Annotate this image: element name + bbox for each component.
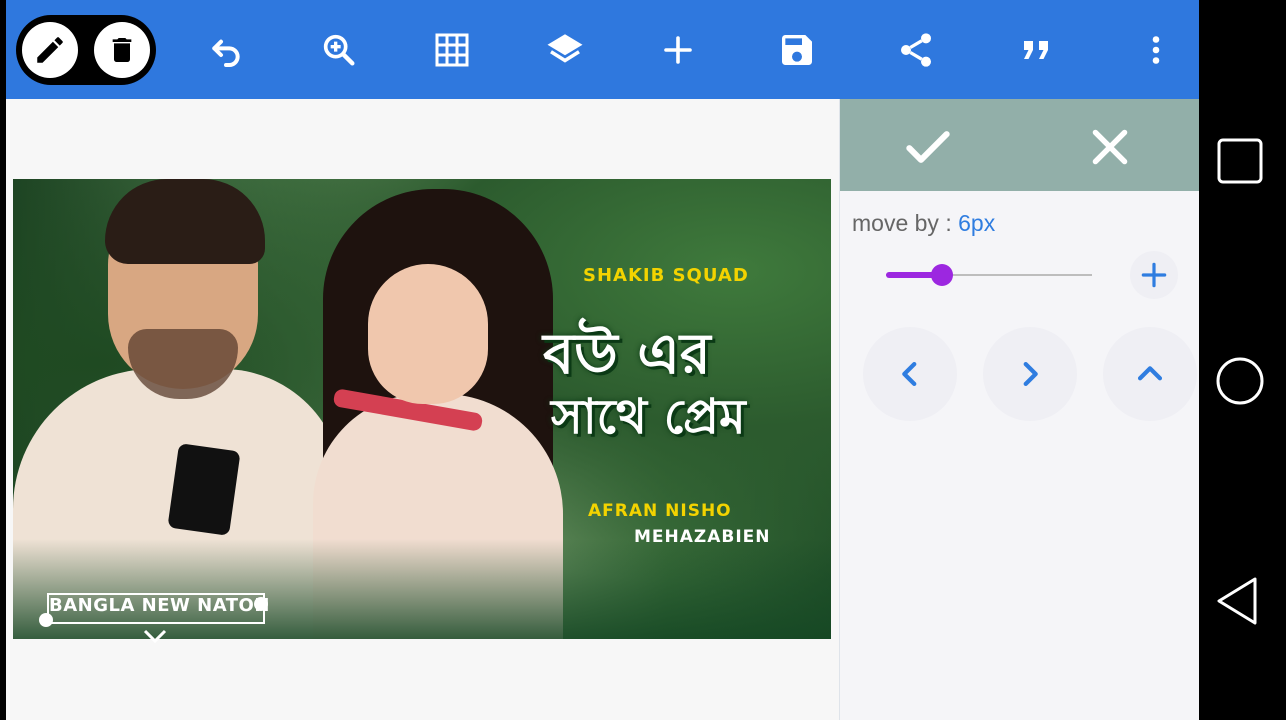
move-panel: move by : 6px (839, 99, 1199, 720)
grid-button[interactable] (428, 26, 476, 74)
editing-canvas[interactable]: SHAKIB SQUAD বউ এর সাথে প্রেম AFRAN NISH… (6, 99, 838, 720)
panel-header (840, 99, 1199, 191)
pencil-icon (37, 37, 63, 63)
move-right-button[interactable] (983, 327, 1077, 421)
zoom-in-button[interactable] (315, 26, 363, 74)
phone-graphic (167, 443, 241, 536)
confirm-button[interactable] (900, 119, 956, 175)
move-by-value: 6px (958, 210, 996, 236)
top-toolbar (6, 0, 1199, 99)
more-vert-icon (1152, 36, 1160, 64)
recents-square-icon[interactable] (1217, 138, 1263, 184)
share-icon (901, 33, 931, 67)
resize-handle-left[interactable] (39, 613, 53, 627)
poster-image[interactable]: SHAKIB SQUAD বউ এর সাথে প্রেম AFRAN NISH… (13, 179, 831, 639)
move-up-button[interactable] (1103, 327, 1197, 421)
chevron-right-icon (1023, 361, 1038, 387)
man-hair (105, 179, 265, 264)
title-line-1[interactable]: বউ এর (543, 327, 711, 383)
chevron-up-icon (1137, 366, 1163, 381)
share-button[interactable] (892, 26, 940, 74)
undo-button[interactable] (202, 26, 250, 74)
system-nav-bar (1199, 0, 1286, 720)
bottom-gradient (13, 539, 831, 639)
add-icon (664, 36, 692, 64)
more-options-button[interactable] (1132, 26, 1180, 74)
quote-icon (1024, 41, 1048, 59)
rotate-handle-icon[interactable] (142, 629, 168, 643)
editor-app: SHAKIB SQUAD বউ এর সাথে প্রেম AFRAN NISH… (6, 0, 1199, 720)
layers-icon (547, 34, 583, 63)
undo-icon (212, 39, 240, 67)
mode-toggle-pill (16, 15, 156, 85)
move-slider-thumb[interactable] (931, 264, 953, 286)
pencil-button[interactable] (22, 22, 78, 78)
add-button[interactable] (654, 26, 702, 74)
home-circle-icon[interactable] (1215, 356, 1265, 406)
chevron-left-icon (902, 361, 917, 387)
plus-icon (1141, 262, 1167, 288)
layers-button[interactable] (541, 26, 589, 74)
resize-handle-right[interactable] (254, 597, 268, 611)
save-button[interactable] (773, 26, 821, 74)
cancel-button[interactable] (1082, 119, 1138, 175)
mehazabien-text[interactable]: MEHAZABIEN (634, 527, 771, 547)
move-by-text: move by : (852, 210, 959, 236)
title-line-2[interactable]: সাথে প্রেম (551, 393, 746, 441)
delete-button[interactable] (94, 22, 150, 78)
back-triangle-icon[interactable] (1215, 576, 1259, 626)
grid-icon (435, 33, 469, 67)
bangla-new-nation-text[interactable]: BANGLA NEW NATON (49, 595, 270, 616)
close-icon (1092, 129, 1128, 165)
zoom-in-icon (323, 34, 355, 66)
quote-button[interactable] (1012, 26, 1060, 74)
increase-step-button[interactable] (1130, 251, 1178, 299)
woman-face (368, 264, 488, 404)
afran-nisho-text[interactable]: AFRAN NISHO (588, 501, 732, 521)
trash-icon (112, 38, 132, 62)
move-by-label: move by : 6px (852, 210, 995, 237)
check-icon (906, 131, 950, 163)
move-left-button[interactable] (863, 327, 957, 421)
save-icon (782, 35, 812, 65)
shakib-squad-text[interactable]: SHAKIB SQUAD (583, 265, 749, 286)
